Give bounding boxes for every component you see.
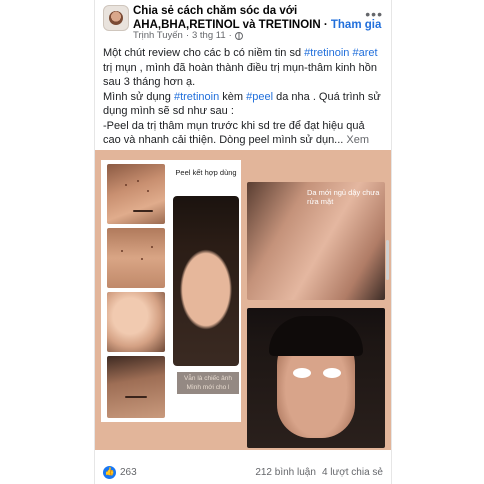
photo-morning-face[interactable]: Da mới ngủ dậy chưa rửa mặt — [247, 182, 385, 300]
hashtag-aret[interactable]: #aret — [352, 47, 377, 59]
reaction-count[interactable]: 263 — [120, 467, 137, 478]
hair-shape — [269, 316, 363, 356]
closed-eye — [125, 396, 147, 398]
face-closeup-3 — [107, 292, 165, 352]
face-closeup-1 — [107, 164, 165, 224]
post-body: Một chút review cho các b có niềm tin sd… — [103, 46, 385, 162]
wake-label: Da mới ngủ dậy chưa rửa mặt — [307, 188, 380, 206]
post-meta: Trịnh Tuyến · 3 thg 11 · — [133, 30, 243, 41]
photo-closeup-face[interactable] — [247, 308, 385, 448]
post-paragraph-1: Một chút review cho các b có niềm tin sd… — [103, 46, 385, 90]
face-closeup-2 — [107, 228, 165, 288]
hashtag-tretinoin[interactable]: #tretinoin — [174, 91, 219, 103]
post-text-segment: trị mụn , mình đã hoàn thành điều trị mụ… — [103, 61, 377, 89]
acne-spot — [125, 184, 127, 186]
footer-stats: 212 bình luận 4 lượt chia sẻ — [255, 467, 383, 478]
acne-spot — [137, 180, 139, 182]
group-title: Chia sẻ cách chăm sóc da với AHA,BHA,RET… — [133, 4, 383, 32]
post-footer: 👍 263 212 bình luận 4 lượt chia sẻ — [95, 460, 391, 484]
acne-spot — [141, 258, 143, 260]
post-text-segment: kèm — [219, 90, 247, 103]
thumbs-up-icon[interactable]: 👍 — [103, 465, 116, 479]
comment-count[interactable]: 212 bình luận — [255, 467, 316, 478]
meta-dot: · — [228, 30, 232, 41]
peel-label: Peel kết hợp dùng — [175, 168, 237, 177]
photo-grid[interactable]: Peel kết hợp dùng Vẫn là chiếc ảnh Mình … — [95, 150, 391, 450]
scrollbar[interactable] — [386, 240, 389, 280]
photo-collage-left[interactable]: Peel kết hợp dùng Vẫn là chiếc ảnh Mình … — [101, 160, 241, 422]
closed-eye — [133, 210, 153, 212]
share-count[interactable]: 4 lượt chia sẻ — [322, 467, 383, 478]
post-text-segment: -Peel da trị thâm mụn trước khi sd tre đ… — [103, 119, 365, 147]
eye-censor — [323, 368, 341, 378]
title-separator: · — [320, 19, 331, 31]
acne-spot — [147, 190, 149, 192]
post-header: Chia sẻ cách chăm sóc da với AHA,BHA,RET… — [95, 0, 391, 44]
avatar-image — [109, 11, 123, 25]
more-options-icon[interactable]: ••• — [365, 6, 383, 22]
post-text-segment: Mình sử dụng — [103, 90, 174, 103]
face-closeup-4 — [107, 356, 165, 418]
acne-spot — [151, 246, 153, 248]
group-name-link[interactable]: Chia sẻ cách chăm sóc da với AHA,BHA,RET… — [133, 5, 321, 31]
post-paragraph-2: Mình sử dụng #tretinoin kèm #peel da nha… — [103, 90, 385, 119]
peel-photo-panel: Peel kết hợp dùng Vẫn là chiếc ảnh Mình … — [169, 160, 241, 422]
hashtag-tretinoin[interactable]: #tretinoin — [304, 47, 349, 59]
post-text-segment: Một chút review cho các b có niềm tin sd — [103, 47, 305, 59]
group-avatar[interactable] — [103, 5, 129, 31]
author-name[interactable]: Trịnh Tuyến — [133, 30, 183, 41]
eye-censor — [293, 368, 311, 378]
acne-spot — [121, 250, 123, 252]
peel-caption: Vẫn là chiếc ảnh Mình mới cho l — [177, 372, 239, 394]
globe-icon — [234, 31, 243, 40]
meta-dot: · — [185, 30, 189, 41]
peel-caption-line: Vẫn là chiếc ảnh — [183, 375, 233, 382]
post-date[interactable]: 3 thg 11 — [192, 30, 226, 41]
peel-caption-line: Mình mới cho l — [186, 384, 230, 391]
hashtag-peel[interactable]: #peel — [246, 91, 273, 103]
face-photo — [173, 196, 239, 366]
post-card: Chia sẻ cách chăm sóc da với AHA,BHA,RET… — [94, 0, 392, 484]
